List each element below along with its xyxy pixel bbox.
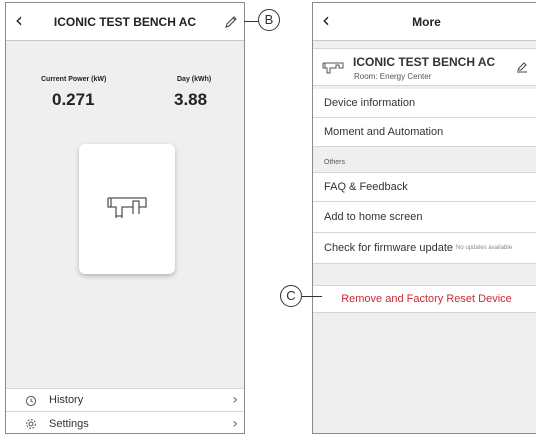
add-home-screen-label: Add to home screen <box>324 211 423 223</box>
faq-feedback-row[interactable]: FAQ & Feedback › <box>313 172 536 202</box>
history-clock-icon <box>25 395 37 407</box>
firmware-status-note: No updates available <box>456 245 513 251</box>
moment-automation-row[interactable]: Moment and Automation › <box>313 118 536 147</box>
device-information-label: Device information <box>324 97 416 109</box>
device-name: ICONIC TEST BENCH AC <box>353 55 496 69</box>
socket-plug-icon <box>322 61 344 75</box>
callout-c-leader <box>302 296 322 297</box>
firmware-update-row[interactable]: Check for firmware update No updates ava… <box>313 233 536 264</box>
history-row[interactable]: History › <box>6 388 244 412</box>
gear-icon <box>25 418 37 430</box>
add-home-screen-row[interactable]: Add to home screen › <box>313 202 536 233</box>
remove-reset-button[interactable]: Remove and Factory Reset Device <box>313 293 536 305</box>
device-card[interactable] <box>79 144 175 274</box>
page-title: More <box>412 15 441 29</box>
callout-b-marker: B <box>258 9 280 31</box>
faq-feedback-label: FAQ & Feedback <box>324 181 408 193</box>
device-information-row[interactable]: Device information › <box>313 89 536 118</box>
more-screen: ‹ More ICONIC TEST BENCH AC Room: Energy… <box>312 2 536 434</box>
current-power-label: Current Power (kW) <box>41 76 107 83</box>
socket-plug-icon <box>106 194 148 222</box>
callout-c-marker: C <box>280 285 302 307</box>
day-energy-value: 3.88 <box>174 90 208 109</box>
header-bar: ‹ ICONIC TEST BENCH AC <box>6 3 244 41</box>
device-detail-screen: ‹ ICONIC TEST BENCH AC Current Power (kW… <box>5 2 245 434</box>
header-bar: ‹ More <box>313 3 536 41</box>
page-title: ICONIC TEST BENCH AC <box>53 15 197 29</box>
chevron-right-icon: › <box>232 392 238 408</box>
day-energy-label: Day (kWh) <box>177 76 212 83</box>
firmware-update-label: Check for firmware update <box>324 242 453 254</box>
chevron-right-icon: › <box>232 416 238 432</box>
settings-label: Settings <box>49 418 89 430</box>
remove-reset-row[interactable]: Remove and Factory Reset Device <box>313 285 536 313</box>
others-section-header: Others <box>313 147 536 172</box>
device-summary-row[interactable]: ICONIC TEST BENCH AC Room: Energy Center… <box>313 48 536 86</box>
device-room: Room: Energy Center <box>354 72 432 81</box>
pencil-icon[interactable] <box>516 61 528 73</box>
others-section-title: Others <box>324 159 346 166</box>
settings-row[interactable]: Settings › <box>6 412 244 433</box>
moment-automation-label: Moment and Automation <box>324 126 444 138</box>
pencil-icon[interactable] <box>224 15 238 29</box>
history-label: History <box>49 394 84 406</box>
callout-b-leader <box>244 21 258 22</box>
current-power-value: 0.271 <box>52 90 95 109</box>
